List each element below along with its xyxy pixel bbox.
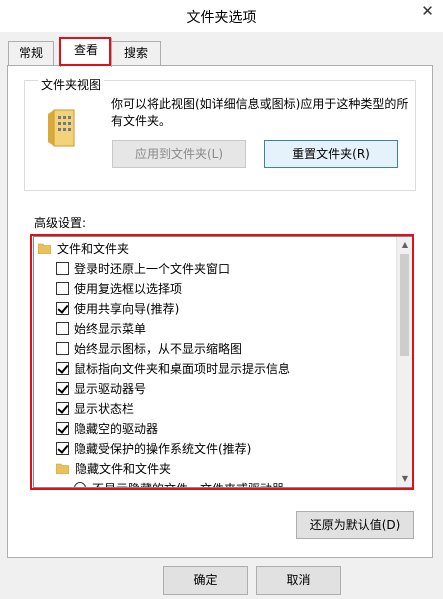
cancel-button[interactable]: 取消 [256,566,341,595]
window-title: 文件夹选项 [186,10,257,26]
folder-views-description: 你可以将此视图(如详细信息或图标)应用于这种类型的所有文件夹。 [111,97,409,128]
title-bar: 文件夹选项 ✕ [0,0,443,32]
advanced-settings-label: 高级设置: [34,216,87,230]
tab-general[interactable]: 常规 [8,41,54,65]
apply-to-folders-button[interactable]: 应用到文件夹(L) [112,140,246,168]
reset-folders-button[interactable]: 重置文件夹(R) [264,140,398,168]
folder-view-icon [48,109,75,147]
folder-views-label: 文件夹视图 [38,76,105,93]
tab-view-highlight [59,37,111,66]
advanced-settings-highlight [30,234,414,490]
ok-button[interactable]: 确定 [163,566,248,595]
close-icon: ✕ [421,1,434,20]
tab-search[interactable]: 搜索 [111,41,161,65]
restore-defaults-button[interactable]: 还原为默认值(D) [296,511,414,539]
close-button[interactable]: ✕ [412,0,443,21]
